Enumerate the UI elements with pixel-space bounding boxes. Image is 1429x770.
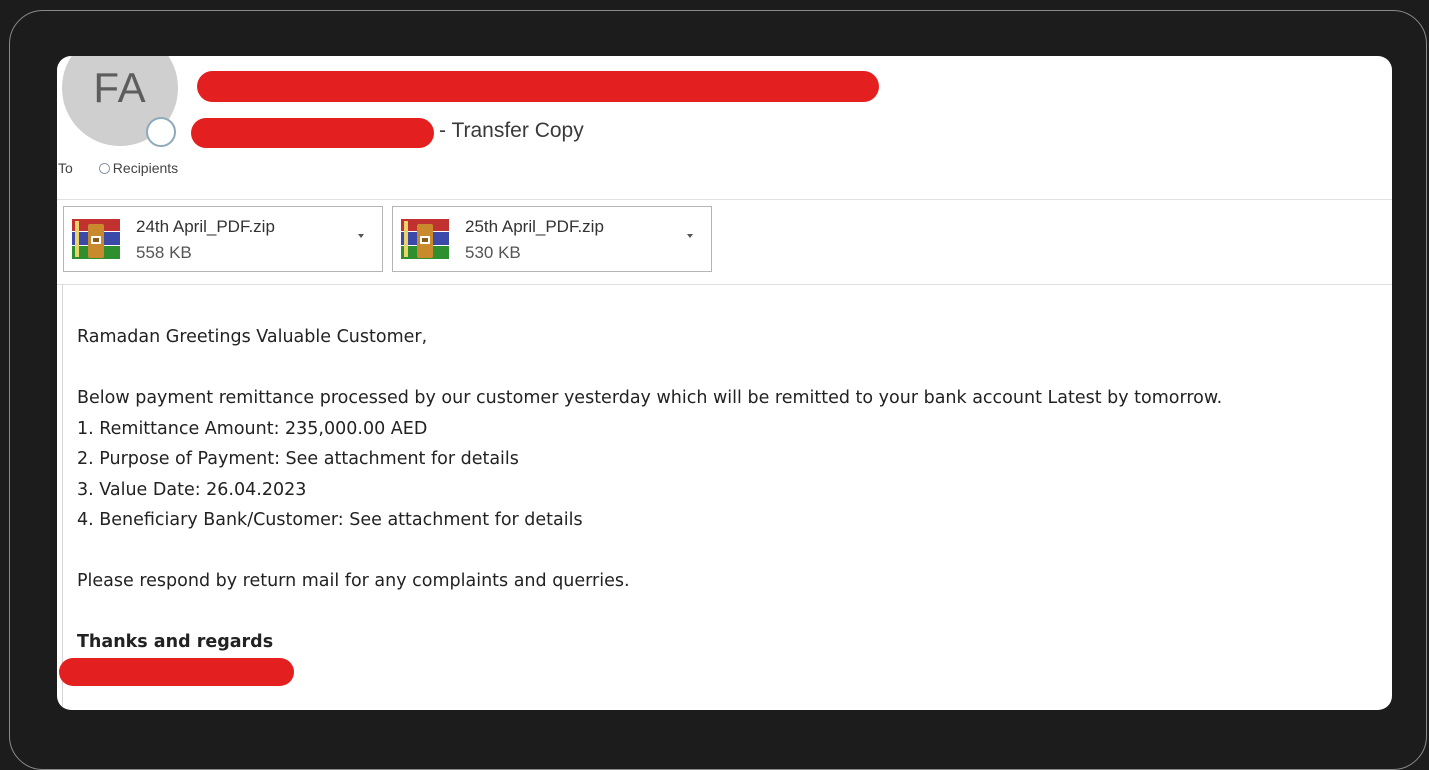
recipients-link[interactable]: Recipients bbox=[113, 160, 178, 176]
redacted-subject-prefix bbox=[191, 118, 434, 148]
list-item: 1. Remittance Amount: 235,000.00 AED bbox=[77, 418, 428, 439]
attachment-name: 25th April_PDF.zip bbox=[465, 217, 604, 236]
intro-paragraph: Below payment remittance processed by ou… bbox=[77, 388, 1223, 408]
redacted-sender-name bbox=[197, 71, 879, 102]
body-left-border bbox=[62, 284, 63, 710]
email-reading-pane: FA - Transfer Copy To Recipients 24th Ap… bbox=[57, 56, 1392, 710]
list-item: 3. Value Date: 26.04.2023 bbox=[77, 479, 307, 500]
attachment-name: 24th April_PDF.zip bbox=[136, 217, 275, 236]
redacted-signature bbox=[59, 658, 294, 686]
closing-line: Please respond by return mail for any co… bbox=[77, 571, 630, 591]
presence-status-icon bbox=[146, 117, 176, 147]
attachments-divider bbox=[57, 284, 1392, 285]
recipient-status-icon bbox=[98, 162, 110, 174]
email-body: Ramadan Greetings Valuable Customer, Bel… bbox=[77, 322, 1222, 658]
greeting: Ramadan Greetings Valuable Customer, bbox=[77, 327, 428, 347]
attachment-1[interactable]: 24th April_PDF.zip 558 KB bbox=[63, 206, 383, 272]
chevron-down-icon[interactable] bbox=[687, 234, 693, 238]
email-subject: - Transfer Copy bbox=[439, 119, 584, 142]
signoff: Thanks and regards bbox=[77, 632, 274, 652]
to-recipients-row: To Recipients bbox=[57, 160, 178, 176]
chevron-down-icon[interactable] bbox=[358, 234, 364, 238]
to-label: To bbox=[58, 160, 73, 176]
header-divider bbox=[57, 199, 1392, 200]
attachment-2[interactable]: 25th April_PDF.zip 530 KB bbox=[392, 206, 712, 272]
attachment-size: 530 KB bbox=[465, 243, 521, 262]
list-item: 4. Beneficiary Bank/Customer: See attach… bbox=[77, 510, 583, 530]
attachment-size: 558 KB bbox=[136, 243, 192, 262]
winrar-archive-icon bbox=[72, 219, 120, 259]
winrar-archive-icon bbox=[401, 219, 449, 259]
list-item: 2. Purpose of Payment: See attachment fo… bbox=[77, 449, 519, 469]
